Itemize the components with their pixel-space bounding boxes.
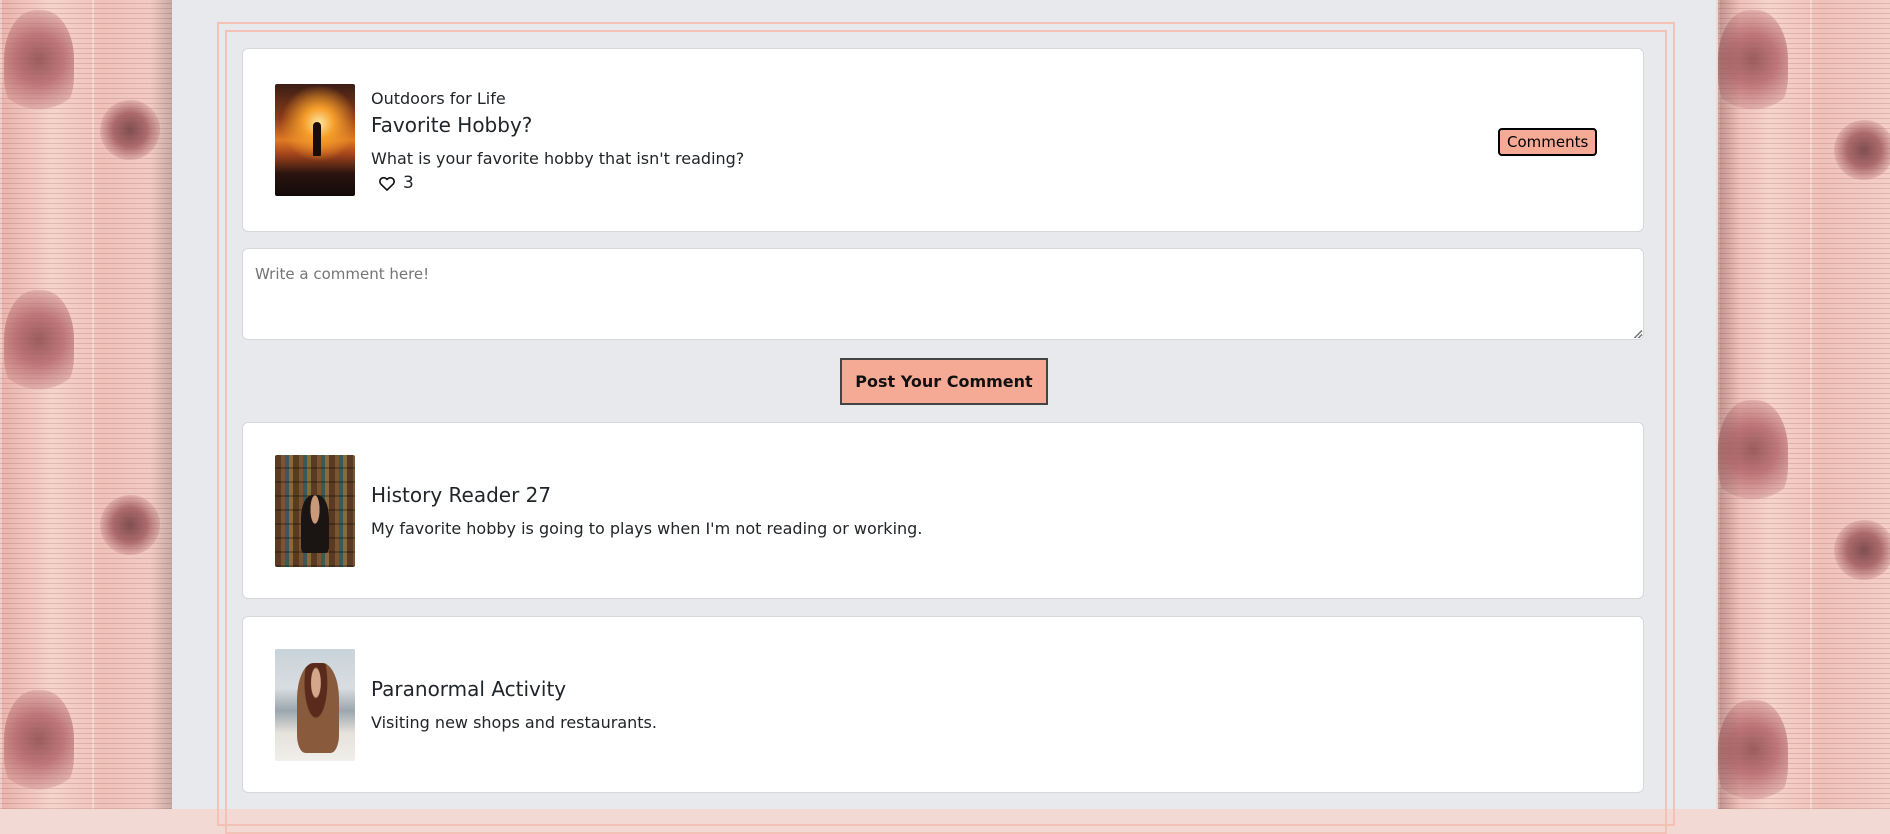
- like-count: 3: [403, 173, 414, 193]
- comment-body: Visiting new shops and restaurants.: [371, 713, 657, 732]
- resize-handle-icon[interactable]: [1634, 330, 1642, 338]
- decorative-heart-illustration: [4, 690, 74, 800]
- like-control[interactable]: 3: [377, 173, 414, 193]
- comment-body: My favorite hobby is going to plays when…: [371, 519, 923, 538]
- decorative-heart-illustration: [4, 290, 74, 400]
- decorative-butterfly-illustration: [1834, 520, 1890, 580]
- comment-input[interactable]: [242, 248, 1644, 340]
- right-decorative-background: [1718, 0, 1890, 810]
- comment-card: Paranormal Activity Visiting new shops a…: [242, 616, 1644, 793]
- comment-author: History Reader 27: [371, 483, 552, 507]
- left-shadow: [150, 0, 172, 809]
- main-content: Outdoors for Life Favorite Hobby? What i…: [172, 0, 1716, 834]
- decorative-butterfly-illustration: [1834, 120, 1890, 180]
- right-shadow: [1718, 0, 1740, 809]
- post-author: Outdoors for Life: [371, 89, 506, 108]
- comments-button[interactable]: Comments: [1498, 128, 1598, 156]
- comment-author-avatar[interactable]: [275, 649, 355, 761]
- post-comment-button[interactable]: Post Your Comment: [840, 358, 1048, 405]
- decorative-heart-illustration: [4, 10, 74, 120]
- comment-card: History Reader 27 My favorite hobby is g…: [242, 422, 1644, 599]
- left-decorative-background: [0, 0, 172, 809]
- post-card: Outdoors for Life Favorite Hobby? What i…: [242, 48, 1644, 232]
- comment-author-avatar[interactable]: [275, 455, 355, 567]
- comment-author: Paranormal Activity: [371, 677, 567, 701]
- post-author-avatar[interactable]: [275, 84, 355, 196]
- heart-icon[interactable]: [377, 173, 397, 193]
- post-body: What is your favorite hobby that isn't r…: [371, 149, 745, 168]
- post-title: Favorite Hobby?: [371, 113, 533, 137]
